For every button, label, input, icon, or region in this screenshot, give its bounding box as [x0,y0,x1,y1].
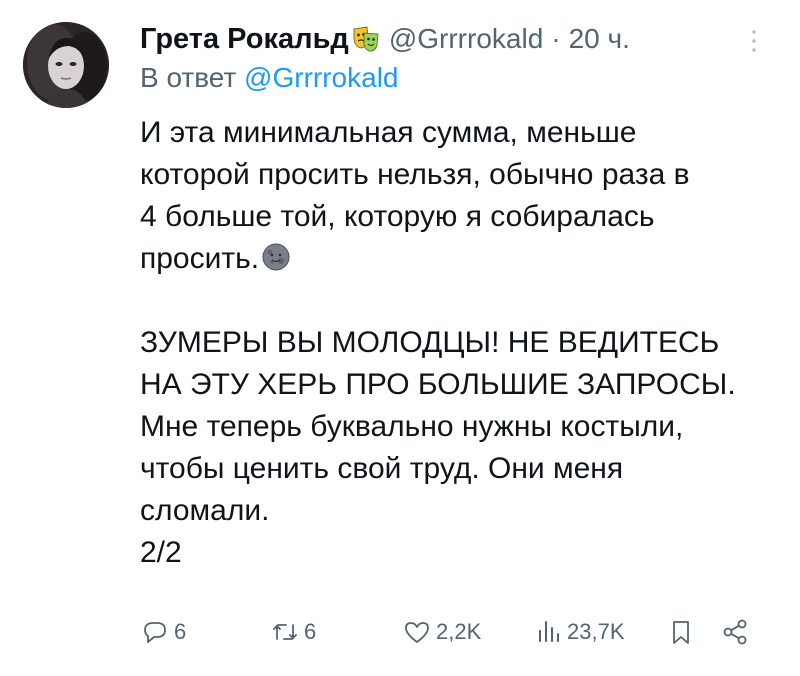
more-icon[interactable] [744,27,764,57]
paragraph-1-text: И эта минимальная сумма, меньше которой … [140,116,690,275]
views-count: 23,7K [567,619,625,644]
reply-icon [144,622,166,643]
share-button[interactable] [720,612,754,652]
tweet[interactable]: Грета Рокальд @Grrrrokald · 20 ч. В отве… [0,0,800,676]
avatar[interactable] [23,22,109,108]
bookmark-icon [673,621,689,644]
tweet-paragraph-1: И эта минимальная сумма, меньше которой … [140,112,780,280]
reply-prefix: В ответ [140,62,237,93]
reply-context: В ответ @Grrrrokald [140,62,398,94]
bookmark-button[interactable] [666,612,700,652]
author-handle[interactable]: @Grrrrokald [389,23,543,55]
separator-dot: · [551,23,561,54]
new-moon-face-emoji-icon [261,242,291,272]
retweet-icon [273,624,297,640]
tweet-actions: 6 6 2,2K 23,7K [140,612,760,652]
tweet-paragraph-2: ЗУМЕРЫ ВЫ МОЛОДЦЫ! НЕ ВЕДИТЕСЬ НА ЭТУ ХЕ… [140,326,736,527]
theater-masks-emoji-icon [351,24,381,54]
views-icon [539,621,559,642]
retweet-count: 6 [304,619,317,644]
retweet-button[interactable]: 6 [270,612,316,652]
like-count: 2,2K [436,619,482,644]
display-name[interactable]: Грета Рокальд [140,23,349,56]
tweet-paragraph-3: 2/2 [140,536,182,569]
like-icon [405,622,429,643]
share-icon [723,619,747,645]
reply-count: 6 [174,619,187,644]
tweet-time[interactable]: 20 ч. [569,23,630,55]
views-button[interactable]: 23,7K [533,612,625,652]
avatar-photo [23,22,109,108]
tweet-text: И эта минимальная сумма, меньше которой … [140,112,780,574]
reply-handle-link[interactable]: @Grrrrokald [244,62,398,93]
reply-button[interactable]: 6 [140,612,186,652]
tweet-header: Грета Рокальд @Grrrrokald · 20 ч. [140,17,630,61]
like-button[interactable]: 2,2K [402,612,481,652]
